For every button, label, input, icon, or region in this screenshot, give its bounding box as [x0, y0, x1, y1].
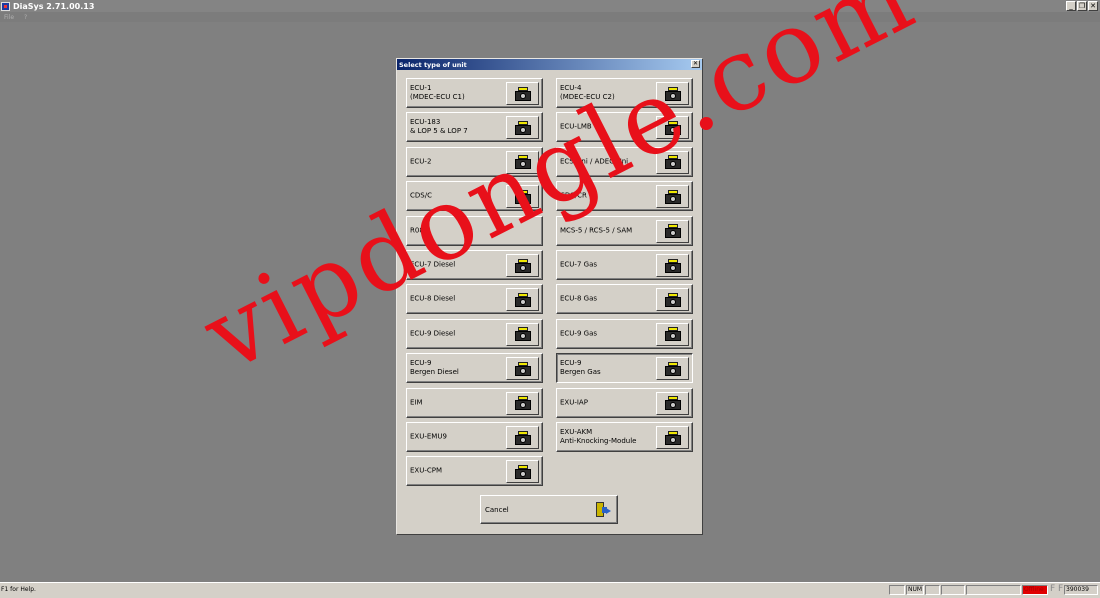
camera-icon	[656, 288, 689, 312]
unit-label: ECU-4 (MDEC-ECU C2)	[560, 84, 615, 101]
unit-label: ECU-9 Gas	[560, 329, 597, 338]
camera-icon	[506, 288, 539, 312]
unit-label: ECU-9 Diesel	[410, 329, 456, 338]
unit-button[interactable]: ECU-8 Gas	[556, 284, 693, 315]
unit-label: ECS-Uni / ADEC-Uni	[560, 157, 629, 166]
unit-button[interactable]: ECU-4 (MDEC-ECU C2)	[556, 78, 693, 108]
camera-icon	[506, 460, 539, 484]
unit-label: CDS/CR	[560, 191, 587, 200]
unit-button[interactable]: ECU-9 Diesel	[406, 318, 543, 349]
unit-button[interactable]: MCS-5 / RCS-5 / SAM	[556, 215, 693, 246]
unit-button[interactable]: ECU-2	[406, 146, 543, 177]
status-help-text: F1 for Help.	[1, 586, 36, 593]
unit-button[interactable]: ECU-183 & LOP 5 & LOP 7	[406, 112, 543, 143]
camera-icon	[656, 391, 689, 415]
camera-icon	[506, 150, 539, 174]
camera-icon	[506, 185, 539, 209]
unit-button[interactable]: ECU-8 Diesel	[406, 284, 543, 315]
unit-button[interactable]: EXU-CPM	[406, 456, 543, 487]
camera-icon	[506, 357, 539, 381]
status-ff: F F	[1050, 584, 1064, 594]
unit-button[interactable]: ECU-9 Bergen Gas	[556, 353, 693, 384]
status-pane-blank	[925, 585, 940, 595]
camera-icon	[656, 254, 689, 277]
cancel-label: Cancel	[485, 506, 509, 514]
unit-label: EXU-CPM	[410, 466, 443, 475]
status-pane-blank	[941, 585, 965, 595]
status-num: NUM	[906, 585, 924, 595]
camera-icon	[506, 391, 539, 415]
camera-icon	[656, 150, 689, 174]
unit-button[interactable]: EXU-IAP	[556, 387, 693, 418]
unit-button[interactable]: EIM	[406, 387, 543, 418]
status-code: 390039	[1064, 585, 1098, 595]
unit-label: MCS-5 / RCS-5 / SAM	[560, 226, 633, 235]
window-controls: _ ❐ ✕	[1066, 1, 1098, 11]
app-titlebar: DiaSys 2.71.00.13 _ ❐ ✕	[0, 0, 1100, 12]
dialog-close-button[interactable]: ✕	[691, 60, 700, 68]
unit-label: ECU-1 (MDEC-ECU C1)	[410, 84, 465, 101]
unit-button[interactable]: ECU-9 Gas	[556, 318, 693, 349]
unit-button[interactable]: CDS/C	[406, 181, 543, 212]
menu-help[interactable]: ?	[24, 14, 27, 21]
unit-label: ECU-2	[410, 157, 432, 166]
unit-button[interactable]: ECS-Uni / ADEC-Uni	[556, 146, 693, 177]
unit-button[interactable]: CDS/CR	[556, 181, 693, 212]
unit-label: ECU-8 Diesel	[410, 294, 456, 303]
camera-icon	[506, 426, 539, 449]
unit-label: ECU-9 Bergen Gas	[560, 359, 601, 377]
camera-icon	[656, 116, 689, 140]
camera-icon	[656, 426, 689, 449]
camera-icon	[506, 82, 539, 105]
unit-button[interactable]: R082	[406, 215, 543, 246]
unit-button[interactable]: EXU-EMU9	[406, 422, 543, 452]
app-icon	[1, 1, 10, 11]
unit-label: ECU-7 Gas	[560, 260, 597, 269]
unit-label: EXU-EMU9	[410, 432, 447, 441]
unit-label: R082	[410, 226, 429, 235]
unit-label: EXU-AKM Anti-Knocking-Module	[560, 428, 637, 445]
unit-label: EIM	[410, 398, 423, 407]
dialog-title: Select type of unit	[399, 60, 467, 69]
unit-button[interactable]: EXU-AKM Anti-Knocking-Module	[556, 422, 693, 452]
camera-icon	[506, 322, 539, 346]
camera-icon	[656, 357, 689, 381]
select-unit-dialog: Select type of unit ✕ ECU-1 (MDEC-ECU C1…	[396, 58, 703, 535]
unit-button[interactable]: ECU-9 Bergen Diesel	[406, 353, 543, 384]
unit-label: ECU-183 & LOP 5 & LOP 7	[410, 118, 468, 136]
cancel-button[interactable]: Cancel	[480, 495, 618, 524]
unit-label: ECU-8 Gas	[560, 294, 597, 303]
camera-icon	[656, 322, 689, 346]
restore-button[interactable]: ❐	[1077, 1, 1087, 11]
camera-icon	[656, 82, 689, 105]
unit-button[interactable]: ECU-1 (MDEC-ECU C1)	[406, 78, 543, 108]
unit-label: CDS/C	[410, 191, 432, 200]
status-pane-blank	[889, 585, 905, 595]
unit-label: ECU-9 Bergen Diesel	[410, 359, 459, 377]
close-button[interactable]: ✕	[1088, 1, 1098, 11]
unit-label: EXU-IAP	[560, 398, 588, 407]
app-title: DiaSys 2.71.00.13	[13, 1, 95, 11]
unit-button[interactable]: ECU-7 Gas	[556, 250, 693, 280]
exit-door-icon	[594, 502, 612, 518]
unit-label: ECU-7 Diesel	[410, 260, 456, 269]
camera-icon	[656, 219, 689, 243]
status-pane-blank	[966, 585, 1021, 595]
camera-icon	[656, 185, 689, 209]
unit-button[interactable]: ECU-7 Diesel	[406, 250, 543, 280]
menu-bar: File ?	[0, 12, 1100, 22]
camera-icon	[506, 116, 539, 140]
status-bar: F1 for Help. NUM Offline F F 390039	[0, 582, 1100, 598]
dialog-titlebar: Select type of unit ✕	[397, 59, 702, 70]
unit-label: ECU-LMB	[560, 122, 592, 131]
camera-icon	[506, 254, 539, 277]
unit-button[interactable]: ECU-LMB	[556, 112, 693, 143]
minimize-button[interactable]: _	[1066, 1, 1076, 11]
menu-file[interactable]: File	[4, 14, 14, 21]
status-offline-badge: Offline	[1022, 585, 1048, 595]
